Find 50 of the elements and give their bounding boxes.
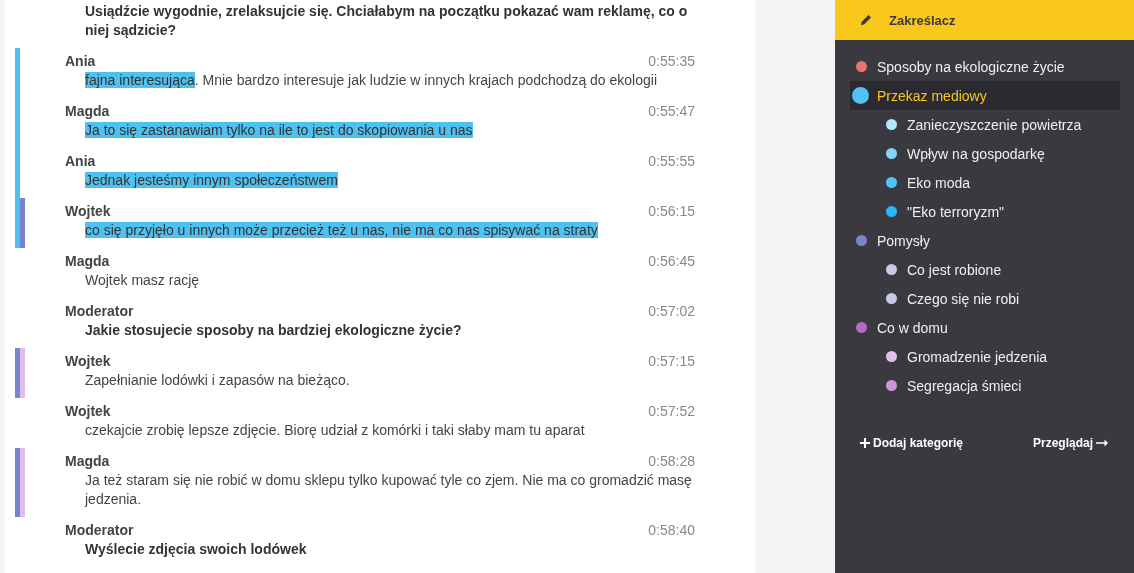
browse-button[interactable]: Przeglądaj (1032, 436, 1108, 450)
arrow-right-icon (1096, 439, 1108, 447)
message-text: Jakie stosujecie sposoby na bardziej ekologiczne życie? (85, 322, 462, 338)
timestamp: 0:55:35 (648, 53, 695, 69)
speaker-name: Wojtek (65, 203, 111, 219)
category-item[interactable]: Co w domu (850, 313, 1120, 342)
speaker-name: Wojtek (65, 403, 111, 419)
category-item[interactable]: "Eko terroryzm" (880, 197, 1120, 226)
message-text: Zapełnianie lodówki i zapasów na bieżąco. (85, 372, 350, 388)
speaker-name: Magda (65, 453, 110, 469)
speaker-name: Ania (65, 53, 96, 69)
category-item[interactable]: Czego się nie robi (880, 284, 1120, 313)
timestamp: 0:57:52 (648, 403, 695, 419)
plus-icon (860, 438, 870, 448)
speaker-name: Magda (65, 103, 110, 119)
timestamp: 0:56:45 (648, 253, 695, 269)
message-text: . Mnie bardzo interesuje jak ludzie w innych krajach podchodzą do ekologii (194, 72, 658, 88)
highlighted-text: fajna interesująca (85, 72, 195, 88)
pencil-icon (860, 14, 872, 26)
category-item[interactable]: Pomysły (850, 226, 1120, 255)
timestamp: 0:56:15 (648, 203, 695, 219)
category-item[interactable]: Wpływ na gospodarkę (880, 139, 1120, 168)
speaker-name: Magda (65, 253, 110, 269)
highlighted-text: Jednak jesteśmy innym społeczeństwem (85, 172, 338, 188)
panel-title: Zakreślacz (889, 12, 956, 28)
timestamp: 0:58:40 (648, 522, 695, 538)
speaker-name: Moderator (65, 303, 134, 319)
timestamp: 0:58:28 (648, 453, 695, 469)
message-text: Wojtek masz rację (85, 272, 200, 288)
highlighted-text: Ja to się zastanawiam tylko na ile to jest do skopiowania u nas (85, 122, 473, 138)
timestamp: 0:57:15 (648, 353, 695, 369)
add-category-button[interactable]: Dodaj kategorię (860, 436, 964, 450)
message-text: Usiądźcie wygodnie, zrelaksujcie się. Chciałabym na początku pokazać wam reklamę, co o niej sądzicie? (85, 3, 688, 38)
speaker-name: Wojtek (65, 353, 111, 369)
category-item[interactable]: Przekaz mediowy (850, 81, 1120, 110)
category-item[interactable]: Co jest robione (880, 255, 1120, 284)
category-item[interactable]: Sposoby na ekologiczne życie (850, 52, 1120, 81)
category-item[interactable]: Eko moda (880, 168, 1120, 197)
highlighted-text: co się przyjęło u innych może przecież też u nas, nie ma co nas spisywać na straty (85, 222, 598, 238)
message-text: Ja też staram się nie robić w domu sklepu tylko kupować tyle co zjem. Nie ma co gromadzić masę jedzenia. (85, 472, 692, 507)
speaker-name: Ania (65, 153, 96, 169)
message-text: czekajcie zrobię lepsze zdjęcie. Biorę udział z komórki i taki słaby mam tu aparat (85, 422, 585, 438)
timestamp: 0:55:47 (648, 103, 695, 119)
timestamp: 0:55:55 (648, 153, 695, 169)
category-item[interactable]: Gromadzenie jedzenia (880, 342, 1120, 371)
speaker-name: Moderator (65, 522, 134, 538)
message-text: Wyślecie zdjęcia swoich lodówek (85, 541, 307, 557)
category-item[interactable]: Segregacja śmieci (880, 371, 1120, 400)
category-item[interactable]: Zanieczyszczenie powietrza (880, 110, 1120, 139)
timestamp: 0:57:02 (648, 303, 695, 319)
